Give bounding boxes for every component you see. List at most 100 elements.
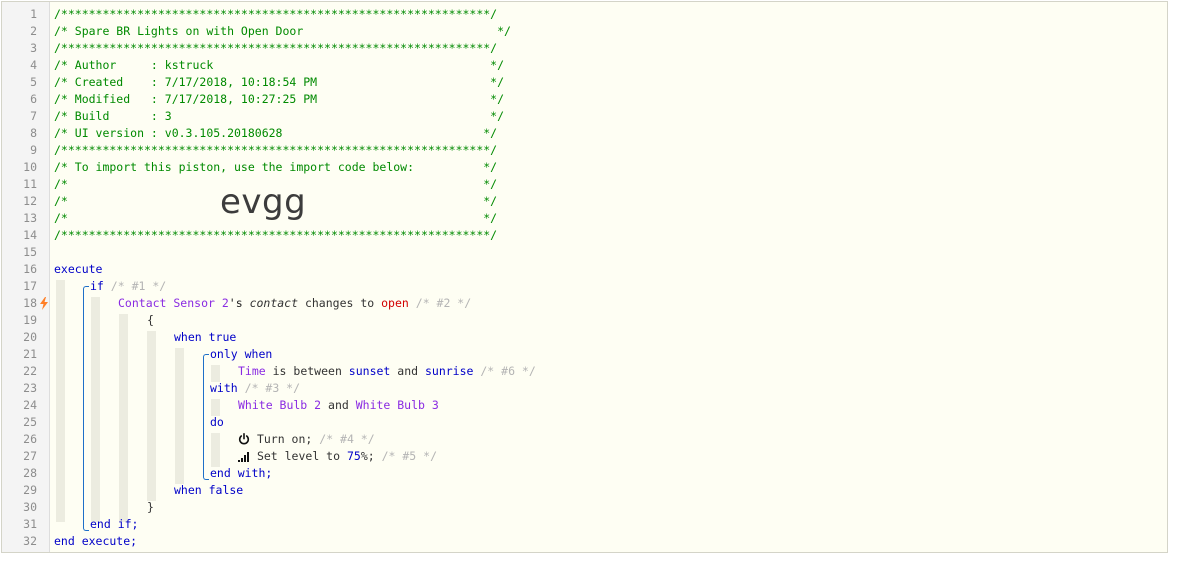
line-number: 24	[23, 398, 37, 412]
when-false-keyword[interactable]: when false	[174, 482, 243, 499]
code-line: 25 do	[2, 414, 1167, 431]
line-number: 5	[30, 75, 37, 89]
build-comment: /* Build : 3 */	[54, 109, 505, 123]
restriction-condition[interactable]: Time is between sunset and sunrise /* #6…	[238, 363, 536, 380]
code-line: 21 only when	[2, 346, 1167, 363]
code-line: 31 end if;	[2, 516, 1167, 533]
line-number: 28	[23, 466, 37, 480]
device-list[interactable]: White Bulb 2 and White Bulb 3	[238, 397, 439, 414]
code-line: 10 /* To import this piston, use the impo…	[2, 159, 1167, 176]
command-text: Set level to	[256, 449, 347, 463]
line-number: 26	[23, 432, 37, 446]
code-line: 19 {	[2, 312, 1167, 329]
code-line: 1 /**************************************…	[2, 6, 1167, 23]
line-number: 12	[23, 194, 37, 208]
trigger-condition[interactable]: Contact Sensor 2's contact changes to op…	[118, 295, 471, 312]
statement-comment: /* #5 */	[381, 449, 437, 463]
line-number: 29	[23, 483, 37, 497]
code-line: 13/* */	[2, 210, 1167, 227]
sunrise-value: sunrise	[424, 364, 474, 378]
line-number: 20	[23, 330, 37, 344]
line-number: 21	[23, 347, 37, 361]
statement-comment: /* #3 */	[244, 381, 301, 395]
piston-code-view: 1 /**************************************…	[1, 1, 1168, 553]
line-number: 1	[30, 7, 37, 21]
code-line: 3 /**************************************…	[2, 40, 1167, 57]
line-number: 13	[23, 211, 37, 225]
code-line: 18 Contact Sensor 2's contact changes to…	[2, 295, 1167, 312]
line-number: 7	[30, 109, 37, 123]
code-line: 16 execute	[2, 261, 1167, 278]
statement-comment: /* #4 */	[319, 432, 375, 446]
comparison-value: open	[381, 296, 409, 310]
possessive-text: 's	[228, 296, 250, 310]
line-number: 10	[23, 160, 37, 174]
execute-keyword[interactable]: execute	[54, 261, 102, 278]
code-line: 28 end with;	[2, 465, 1167, 482]
code-line: 4 /* Author : kstruck */	[2, 57, 1167, 74]
line-number: 22	[23, 364, 37, 378]
do-keyword[interactable]: do	[210, 414, 224, 431]
if-statement[interactable]: if /* #1 */	[90, 278, 166, 295]
percent-text: %;	[360, 449, 375, 463]
code-line: 30}	[2, 499, 1167, 516]
line-number: 9	[30, 143, 37, 157]
line-number: 25	[23, 415, 37, 429]
code-line: 9 /**************************************…	[2, 142, 1167, 159]
end-if-keyword[interactable]: end if;	[90, 516, 138, 533]
code-line: 7 /* Build : 3 */	[2, 108, 1167, 125]
stars-comment: /***************************************…	[54, 143, 498, 157]
time-operand: Time	[238, 364, 266, 378]
created-comment: /* Created : 7/17/2018, 10:18:54 PM */	[54, 75, 505, 89]
open-brace: {	[147, 313, 154, 327]
signal-bars-icon	[238, 452, 249, 462]
line-number: 16	[23, 262, 37, 276]
power-icon	[238, 433, 250, 445]
code-line: 27 Set level to 75%; /* #5 */	[2, 448, 1167, 465]
stars-comment: /***************************************…	[54, 228, 498, 242]
code-line: 5 /* Created : 7/17/2018, 10:18:54 PM */	[2, 74, 1167, 91]
stars-comment: /***************************************…	[54, 41, 498, 55]
end-with-keyword[interactable]: end with;	[210, 465, 272, 482]
line-number: 17	[23, 279, 37, 293]
code-line: 20 when true	[2, 329, 1167, 346]
line-number: 11	[23, 177, 37, 191]
line-number: 2	[30, 24, 37, 38]
import-instructions-comment: /* To import this piston, use the import…	[54, 160, 498, 174]
line-number: 23	[23, 381, 37, 395]
turn-on-command[interactable]: Turn on; /* #4 */	[238, 431, 375, 448]
with-keyword: with	[210, 381, 238, 395]
line-number: 32	[23, 534, 37, 548]
if-keyword: if	[90, 279, 104, 293]
line-number: 15	[23, 245, 37, 259]
lightning-bolt-icon	[40, 297, 48, 310]
code-line: 12/* */	[2, 193, 1167, 210]
end-execute-keyword[interactable]: end execute;	[54, 533, 137, 550]
code-line: 26 Turn on; /* #4 */	[2, 431, 1167, 448]
import-code[interactable]: evgg	[220, 182, 306, 222]
line-number: 6	[30, 92, 37, 106]
line-number: 4	[30, 58, 37, 72]
when-true-keyword[interactable]: when true	[174, 329, 236, 346]
code-line: 24 White Bulb 2 and White Bulb 3	[2, 397, 1167, 414]
set-level-command[interactable]: Set level to 75%; /* #5 */	[238, 448, 437, 465]
only-when-keyword[interactable]: only when	[210, 346, 272, 363]
code-line: 23 with /* #3 */	[2, 380, 1167, 397]
with-statement[interactable]: with /* #3 */	[210, 380, 300, 397]
line-number: 31	[23, 517, 37, 531]
ui-version-comment: /* UI version : v0.3.105.20180628 */	[54, 126, 498, 140]
statement-comment: /* #6 */	[480, 364, 536, 378]
stars-comment: /***************************************…	[54, 7, 498, 21]
code-line: 29 when false	[2, 482, 1167, 499]
sunset-value: sunset	[348, 364, 391, 378]
device-name: White Bulb 2	[238, 398, 322, 412]
piston-title-comment: /* Spare BR Lights on with Open Door */	[54, 24, 511, 38]
statement-comment: /* #1 */	[110, 279, 167, 293]
code-line: 2 /* Spare BR Lights on with Open Door */	[2, 23, 1167, 40]
line-number: 8	[30, 126, 37, 140]
modified-comment: /* Modified : 7/17/2018, 10:27:25 PM */	[54, 92, 505, 106]
line-number: 14	[23, 228, 37, 242]
and-text: and	[321, 398, 356, 412]
code-line: 15	[2, 244, 1167, 261]
device-name: Contact Sensor 2	[118, 296, 229, 310]
